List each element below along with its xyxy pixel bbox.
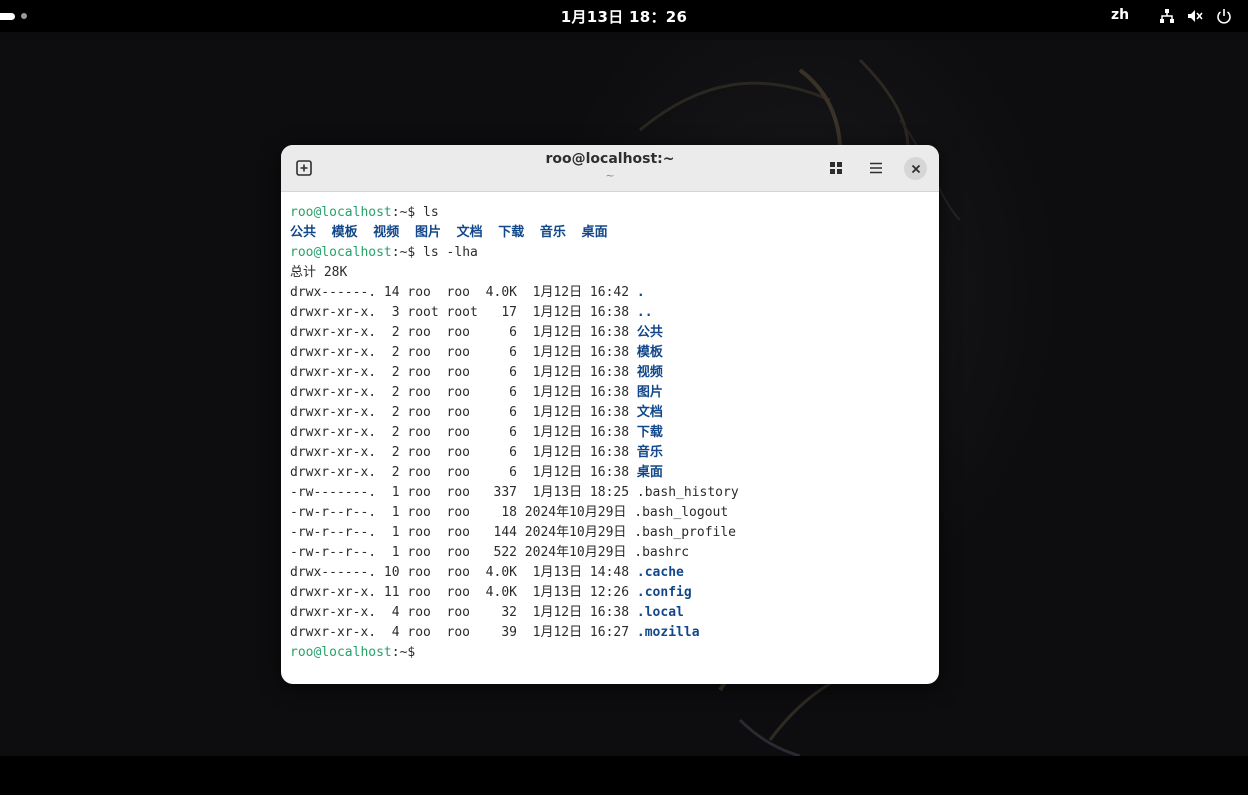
- listing-row: drwxr-xr-x. 11 roo roo 4.0K 1月13日 12:26 …: [290, 583, 930, 603]
- listing-row: drwx------. 10 roo roo 4.0K 1月13日 14:48 …: [290, 563, 930, 583]
- command-text: ls: [415, 205, 439, 220]
- clock[interactable]: 1月13日 18：26: [0, 6, 1248, 27]
- entry-meta: drwx------. 10 roo roo 4.0K 1月13日 14:48: [290, 565, 637, 580]
- entry-meta: drwxr-xr-x. 2 roo roo 6 1月12日 16:38: [290, 425, 637, 440]
- entry-meta: drwxr-xr-x. 2 roo roo 6 1月12日 16:38: [290, 385, 637, 400]
- listing-row: -rw-r--r--. 1 roo roo 18 2024年10月29日 .ba…: [290, 503, 930, 523]
- ls-output-line: 公共 模板 视频 图片 文档 下载 音乐 桌面: [290, 223, 930, 243]
- listing-row: drwx------. 14 roo roo 4.0K 1月12日 16:42 …: [290, 283, 930, 303]
- prompt-line: roo@localhost:~$: [290, 643, 930, 663]
- entry-meta: -rw-r--r--. 1 roo roo 522 2024年10月29日: [290, 545, 635, 560]
- directory-name: .local: [636, 605, 684, 620]
- listing-row: drwxr-xr-x. 2 roo roo 6 1月12日 16:38 桌面: [290, 463, 930, 483]
- directory-name: 视频: [636, 365, 663, 380]
- directory-name: .config: [636, 585, 692, 600]
- power-icon[interactable]: [1216, 8, 1232, 24]
- close-icon: [911, 164, 920, 173]
- listing-row: drwxr-xr-x. 2 roo roo 6 1月12日 16:38 视频: [290, 363, 930, 383]
- prompt-user: roo@localhost: [290, 645, 392, 660]
- listing-row: drwxr-xr-x. 2 roo roo 6 1月12日 16:38 音乐: [290, 443, 930, 463]
- entry-meta: drwxr-xr-x. 11 roo roo 4.0K 1月13日 12:26: [290, 585, 637, 600]
- hamburger-menu-icon: [870, 162, 882, 174]
- directory-name: ..: [636, 305, 653, 320]
- listing-row: -rw-------. 1 roo roo 337 1月13日 18:25 .b…: [290, 483, 930, 503]
- prompt-line: roo@localhost:~$ ls: [290, 203, 930, 223]
- listing-row: drwxr-xr-x. 3 root root 17 1月12日 16:38 .…: [290, 303, 930, 323]
- grid-icon: [830, 162, 842, 174]
- entry-meta: -rw-r--r--. 1 roo roo 18 2024年10月29日: [290, 505, 635, 520]
- directory-name: 公共: [636, 325, 663, 340]
- entry-meta: drwxr-xr-x. 2 roo roo 6 1月12日 16:38: [290, 445, 637, 460]
- network-icon[interactable]: [1159, 8, 1175, 24]
- directory-name: 桌面: [636, 465, 663, 480]
- prompt-suffix: :~$: [391, 645, 416, 660]
- listing-row: drwxr-xr-x. 2 roo roo 6 1月12日 16:38 文档: [290, 403, 930, 423]
- terminal-output[interactable]: roo@localhost:~$ ls 公共 模板 视频 图片 文档 下载 音乐 …: [290, 203, 930, 663]
- directory-name: 文档: [636, 405, 663, 420]
- entry-meta: -rw-------. 1 roo roo 337 1月13日 18:25: [290, 485, 637, 500]
- directory-name: .cache: [636, 565, 684, 580]
- prompt-user: roo@localhost: [290, 205, 392, 220]
- close-button[interactable]: [904, 157, 927, 180]
- terminal-headerbar[interactable]: roo@localhost:~ ~: [281, 145, 939, 192]
- directory-name: 模板: [636, 345, 663, 360]
- file-name: .bash_profile: [634, 525, 736, 540]
- main-menu-button[interactable]: [865, 157, 887, 179]
- terminal-window[interactable]: roo@localhost:~ ~ roo@localhost:~$ ls 公共 …: [281, 145, 939, 684]
- file-name: .bash_logout: [634, 505, 729, 520]
- entry-meta: drwxr-xr-x. 4 roo roo 32 1月12日 16:38: [290, 605, 637, 620]
- bottom-strip: [0, 756, 1248, 795]
- entry-meta: drwxr-xr-x. 4 roo roo 39 1月12日 16:27: [290, 625, 637, 640]
- file-name: .bash_history: [636, 485, 739, 500]
- top-bar: 1月13日 18：26 zh: [0, 0, 1248, 32]
- input-language-indicator[interactable]: zh: [1111, 7, 1129, 23]
- output-text: 总计 28K: [290, 265, 348, 280]
- prompt-suffix: :~$: [391, 245, 416, 260]
- directory-name: .mozilla: [636, 625, 700, 640]
- listing-row: drwxr-xr-x. 2 roo roo 6 1月12日 16:38 模板: [290, 343, 930, 363]
- entry-meta: drwxr-xr-x. 2 roo roo 6 1月12日 16:38: [290, 465, 637, 480]
- listing-row: drwxr-xr-x. 2 roo roo 6 1月12日 16:38 图片: [290, 383, 930, 403]
- directory-name: .: [636, 285, 645, 300]
- prompt-suffix: :~$: [391, 205, 416, 220]
- prompt-user: roo@localhost: [290, 245, 392, 260]
- file-name: .bashrc: [634, 545, 690, 560]
- entry-meta: drwxr-xr-x. 2 roo roo 6 1月12日 16:38: [290, 325, 637, 340]
- volume-muted-icon[interactable]: [1187, 8, 1203, 24]
- directory-name: 音乐: [636, 445, 663, 460]
- entry-meta: drwxr-xr-x. 2 roo roo 6 1月12日 16:38: [290, 345, 637, 360]
- entry-meta: drwxr-xr-x. 3 root root 17 1月12日 16:38: [290, 305, 637, 320]
- entry-meta: drwxr-xr-x. 2 roo roo 6 1月12日 16:38: [290, 405, 637, 420]
- listing-row: drwxr-xr-x. 2 roo roo 6 1月12日 16:38 公共: [290, 323, 930, 343]
- listing-row: drwxr-xr-x. 4 roo roo 32 1月12日 16:38 .lo…: [290, 603, 930, 623]
- entry-meta: drwxr-xr-x. 2 roo roo 6 1月12日 16:38: [290, 365, 637, 380]
- tab-overview-button[interactable]: [825, 157, 847, 179]
- output-line: 总计 28K: [290, 263, 930, 283]
- listing-row: drwxr-xr-x. 2 roo roo 6 1月12日 16:38 下载: [290, 423, 930, 443]
- directory-name: 下载: [636, 425, 663, 440]
- entry-meta: -rw-r--r--. 1 roo roo 144 2024年10月29日: [290, 525, 635, 540]
- entry-meta: drwx------. 14 roo roo 4.0K 1月12日 16:42: [290, 285, 637, 300]
- listing-row: drwxr-xr-x. 4 roo roo 39 1月12日 16:27 .mo…: [290, 623, 930, 643]
- listing-row: -rw-r--r--. 1 roo roo 522 2024年10月29日 .b…: [290, 543, 930, 563]
- command-text: ls -lha: [415, 245, 478, 260]
- directory-name: 图片: [636, 385, 663, 400]
- prompt-line: roo@localhost:~$ ls -lha: [290, 243, 930, 263]
- listing-row: -rw-r--r--. 1 roo roo 144 2024年10月29日 .b…: [290, 523, 930, 543]
- directory-list: 公共 模板 视频 图片 文档 下载 音乐 桌面: [290, 225, 608, 240]
